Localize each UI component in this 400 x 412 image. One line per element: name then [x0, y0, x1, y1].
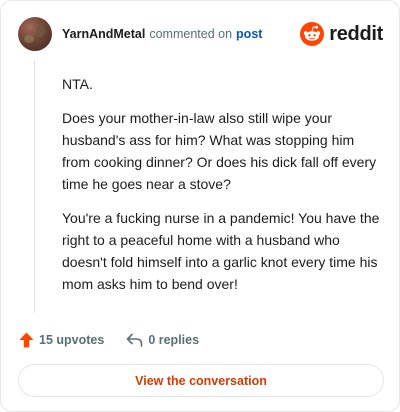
comment-paragraph: Does your mother-in-law also still wipe … [62, 110, 377, 192]
reddit-brand[interactable]: reddit [300, 22, 383, 46]
comment-paragraph: NTA. [62, 76, 93, 92]
comment-meta: YarnAndMetal commented on post [62, 26, 262, 42]
thread-line [34, 59, 35, 313]
upvote-count: 15 upvotes [39, 333, 105, 347]
comment-header: YarnAndMetal commented on post reddit [18, 17, 383, 51]
reply-button[interactable]: 0 replies [126, 333, 199, 347]
view-conversation-button[interactable]: View the conversation [18, 364, 384, 397]
commented-on-text: commented on [149, 27, 233, 41]
comment-paragraph: You're a fucking nurse in a pandemic! Yo… [62, 210, 380, 292]
reply-count: 0 replies [148, 333, 200, 347]
reply-icon [127, 333, 143, 347]
comment-body: NTA. Does your mother-in-law also still … [62, 73, 384, 307]
reddit-wordmark: reddit [329, 23, 383, 45]
avatar[interactable] [18, 17, 52, 51]
comment-actions: 15 upvotes 0 replies [19, 331, 221, 349]
upvote-button[interactable]: 15 upvotes [19, 332, 104, 348]
upvote-arrow-icon [19, 332, 34, 348]
post-link[interactable]: post [236, 27, 262, 41]
reddit-logo-icon [300, 22, 325, 46]
username-link[interactable]: YarnAndMetal [62, 27, 145, 41]
comment-card: YarnAndMetal commented on post reddit NTA.… [0, 0, 400, 412]
